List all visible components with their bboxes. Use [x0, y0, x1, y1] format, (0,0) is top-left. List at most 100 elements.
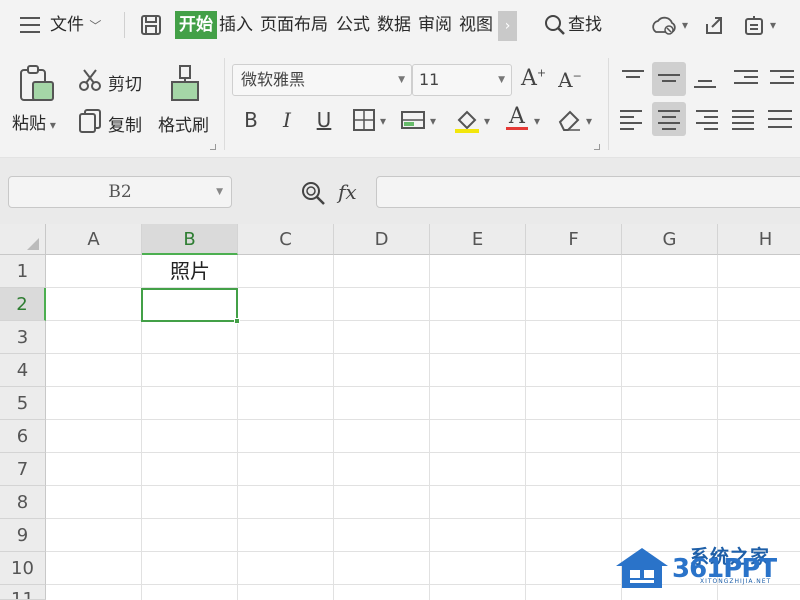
grid-line: [46, 485, 800, 486]
fill-cell-dropdown-icon[interactable]: ▾: [430, 114, 436, 128]
row-header-10[interactable]: 10: [0, 552, 46, 585]
font-family-dropdown-icon: ▼: [398, 75, 405, 85]
align-middle-icon[interactable]: [652, 62, 686, 96]
column-header-d[interactable]: D: [334, 224, 430, 255]
font-size-select[interactable]: 11 ▼: [412, 64, 512, 96]
name-box-value: B2: [108, 182, 132, 202]
fill-handle[interactable]: [234, 318, 240, 324]
hamburger-menu-icon[interactable]: [20, 17, 40, 33]
tab-data[interactable]: 数据: [377, 0, 411, 50]
house-logo-icon: [614, 544, 670, 592]
eraser-icon[interactable]: [556, 108, 582, 132]
row-header-1[interactable]: 1: [0, 255, 46, 288]
cloud-dropdown-icon[interactable]: ▾: [682, 18, 688, 32]
fill-color-dropdown-icon[interactable]: ▾: [484, 114, 490, 128]
row-header-6[interactable]: 6: [0, 420, 46, 453]
font-size-value: 11: [419, 70, 440, 89]
increase-indent-icon[interactable]: [766, 62, 800, 96]
align-top-icon[interactable]: [616, 62, 650, 96]
scissors-icon[interactable]: [78, 68, 102, 92]
formula-input[interactable]: [376, 176, 800, 208]
tab-home[interactable]: 开始: [175, 11, 217, 39]
align-right-icon[interactable]: [688, 102, 722, 136]
row-header-7[interactable]: 7: [0, 453, 46, 486]
select-all-button[interactable]: [0, 224, 46, 255]
font-group-launcher-icon[interactable]: [594, 144, 600, 150]
paste-dropdown-icon: ▾: [46, 118, 56, 132]
align-left-icon[interactable]: [616, 102, 650, 136]
column-header-c[interactable]: C: [238, 224, 334, 255]
copy-button[interactable]: 复制: [108, 111, 142, 136]
tab-page-layout[interactable]: 页面布局: [260, 0, 328, 50]
zoom-search-icon[interactable]: [300, 180, 326, 206]
decrease-indent-icon[interactable]: [730, 62, 764, 96]
row-header-11[interactable]: 11: [0, 585, 46, 600]
italic-button[interactable]: I: [278, 106, 296, 134]
row-header-8[interactable]: 8: [0, 486, 46, 519]
fill-color-icon[interactable]: [453, 106, 481, 134]
increase-font-size-icon[interactable]: A+: [521, 66, 546, 94]
borders-icon[interactable]: [352, 108, 376, 132]
column-header-a[interactable]: A: [46, 224, 142, 255]
row-header-4[interactable]: 4: [0, 354, 46, 387]
underline-button[interactable]: U: [313, 106, 335, 134]
menu-bar: 文件 ﹀ 开始 插入 页面布局 公式 数据 审阅 视图 › 查找 ▾ ▾: [0, 0, 800, 50]
align-center-icon[interactable]: [652, 102, 686, 136]
format-painter-button[interactable]: 格式刷: [158, 111, 209, 136]
justify-icon[interactable]: [726, 102, 760, 136]
distributed-align-icon[interactable]: [764, 102, 798, 136]
cut-button[interactable]: 剪切: [108, 70, 142, 95]
font-family-select[interactable]: 微软雅黑 ▼: [232, 64, 412, 96]
watermark: 系统之家 361PPT XITONGZHIJIA.NET: [612, 540, 800, 600]
menu-divider: [124, 12, 125, 38]
font-size-dropdown-icon: ▼: [498, 75, 505, 85]
share-icon[interactable]: [703, 14, 725, 36]
column-header-f[interactable]: F: [526, 224, 622, 255]
chevron-down-icon: ﹀: [89, 19, 102, 33]
decrease-font-size-icon[interactable]: A−: [558, 68, 582, 96]
tab-insert[interactable]: 插入: [219, 0, 253, 50]
grid-line: [46, 353, 800, 354]
tab-view[interactable]: 视图: [459, 0, 493, 50]
insert-function-button[interactable]: fx: [338, 180, 357, 204]
ribbon-divider: [608, 58, 609, 150]
save-icon[interactable]: [140, 14, 162, 36]
tab-formulas[interactable]: 公式: [336, 0, 370, 50]
selected-cell-b2[interactable]: [141, 288, 240, 324]
bold-button[interactable]: B: [240, 106, 262, 134]
row-header-3[interactable]: 3: [0, 321, 46, 354]
column-header-b[interactable]: B: [142, 224, 238, 255]
more-dropdown-icon[interactable]: ▾: [770, 18, 776, 32]
more-options-icon[interactable]: [744, 14, 766, 36]
grid-line: [429, 255, 430, 600]
clipboard-group-launcher-icon[interactable]: [210, 144, 216, 150]
cloud-sync-icon[interactable]: [650, 14, 680, 36]
search-icon[interactable]: [544, 14, 566, 36]
ribbon-divider: [224, 58, 225, 150]
column-header-h[interactable]: H: [718, 224, 800, 255]
row-header-5[interactable]: 5: [0, 387, 46, 420]
row-header-2[interactable]: 2: [0, 288, 46, 321]
copy-icon[interactable]: [78, 108, 102, 134]
eraser-dropdown-icon[interactable]: ▾: [586, 114, 592, 128]
file-menu[interactable]: 文件 ﹀: [50, 0, 101, 50]
search-button[interactable]: 查找: [568, 0, 602, 50]
cell-b1[interactable]: 照片: [142, 255, 238, 288]
watermark-subtitle: XITONGZHIJIA.NET: [700, 578, 772, 585]
borders-dropdown-icon[interactable]: ▾: [380, 114, 386, 128]
paste-button[interactable]: 粘贴 ▾: [12, 109, 56, 134]
font-color-dropdown-icon[interactable]: ▾: [534, 114, 540, 128]
column-header-g[interactable]: G: [622, 224, 718, 255]
tabs-more-button[interactable]: ›: [498, 11, 517, 41]
grid-line: [46, 419, 800, 420]
tab-review[interactable]: 审阅: [418, 0, 452, 50]
name-box[interactable]: B2 ▼: [8, 176, 232, 208]
column-header-e[interactable]: E: [430, 224, 526, 255]
fill-cell-icon[interactable]: [400, 108, 426, 132]
font-color-icon[interactable]: A: [506, 104, 528, 134]
format-painter-icon[interactable]: [168, 64, 202, 104]
file-menu-label: 文件: [50, 15, 84, 35]
row-header-9[interactable]: 9: [0, 519, 46, 552]
clipboard-icon[interactable]: [18, 64, 56, 104]
align-bottom-icon[interactable]: [688, 62, 722, 96]
